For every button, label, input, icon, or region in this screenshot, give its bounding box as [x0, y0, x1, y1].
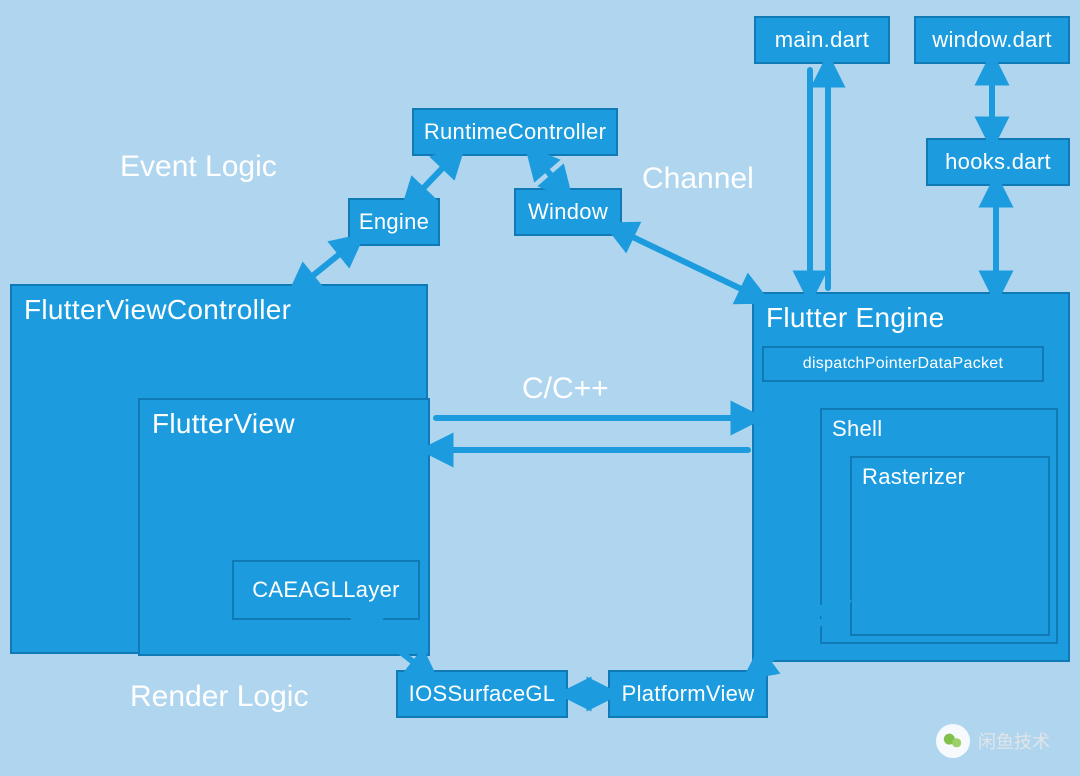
- wechat-watermark: 闲鱼技术: [936, 724, 1050, 758]
- label-channel: Channel: [642, 162, 754, 196]
- diagram-canvas: { "labels": { "event_logic": "Event Logi…: [0, 0, 1080, 776]
- label: FlutterView: [152, 408, 295, 440]
- label: CAEAGLLayer: [252, 577, 400, 603]
- node-window-dart: window.dart: [914, 16, 1070, 64]
- label: hooks.dart: [945, 149, 1051, 175]
- label: IOSSurfaceGL: [409, 681, 556, 707]
- node-hooks-dart: hooks.dart: [926, 138, 1070, 186]
- node-engine: Engine: [348, 198, 440, 246]
- label: window.dart: [932, 27, 1051, 53]
- label: main.dart: [775, 27, 869, 53]
- node-main-dart: main.dart: [754, 16, 890, 64]
- node-iosurfacegl: IOSSurfaceGL: [396, 670, 568, 718]
- label: FlutterViewController: [24, 294, 291, 326]
- node-window: Window: [514, 188, 622, 236]
- label: Rasterizer: [862, 464, 965, 490]
- label: RuntimeController: [424, 119, 606, 145]
- node-platform-view: PlatformView: [608, 670, 768, 718]
- label: dispatchPointerDataPacket: [803, 355, 1004, 373]
- label: Shell: [832, 416, 882, 442]
- label: Engine: [359, 209, 429, 235]
- wechat-text: 闲鱼技术: [978, 728, 1050, 754]
- wechat-icon: [936, 724, 970, 758]
- label-event-logic: Event Logic: [120, 150, 277, 184]
- label: Flutter Engine: [766, 302, 945, 334]
- label-render-logic: Render Logic: [130, 680, 308, 714]
- node-caeagllayer: CAEAGLLayer: [232, 560, 420, 620]
- node-dispatch-pointer: dispatchPointerDataPacket: [762, 346, 1044, 382]
- label: PlatformView: [622, 681, 755, 707]
- label-ccpp: C/C++: [522, 372, 609, 406]
- node-rasterizer: Rasterizer: [850, 456, 1050, 636]
- node-runtime-controller: RuntimeController: [412, 108, 618, 156]
- label: Window: [528, 199, 608, 225]
